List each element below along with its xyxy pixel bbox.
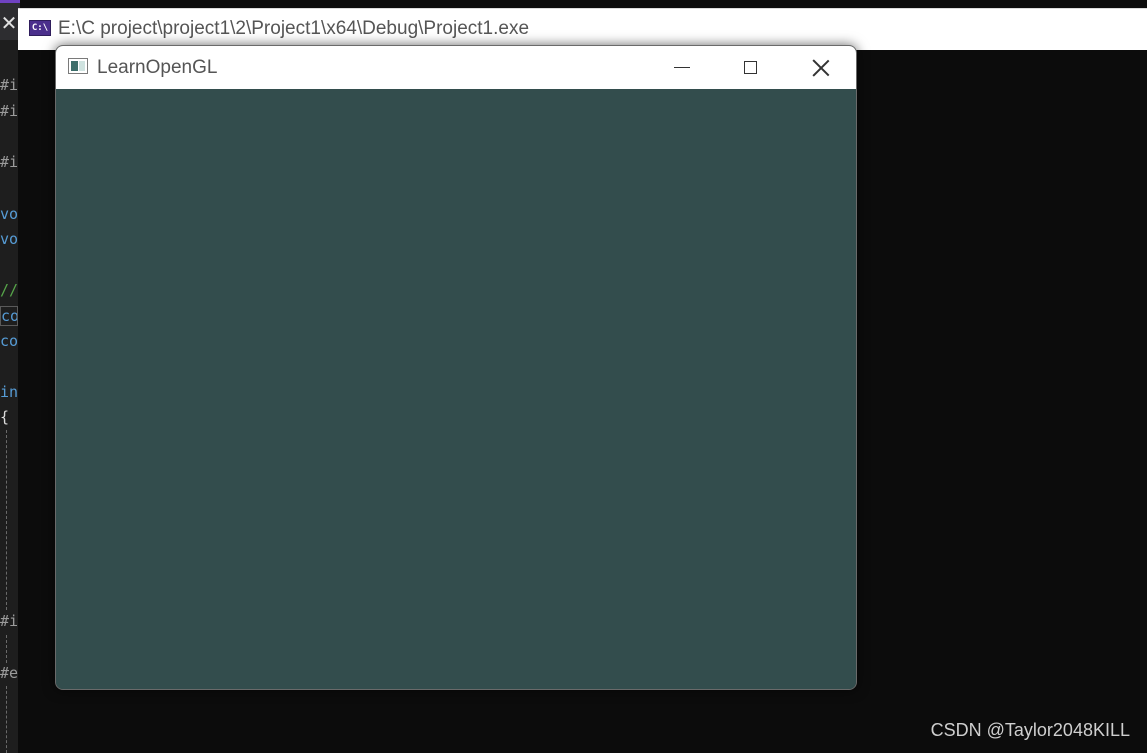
close-button[interactable] (788, 46, 854, 89)
maximize-button[interactable] (717, 46, 783, 89)
code-line: in (0, 383, 18, 401)
code-line: vo (0, 205, 18, 223)
ide-tab-strip: ✕ (0, 0, 20, 40)
code-line: #i (0, 76, 18, 94)
console-titlebar[interactable]: C:\ E:\C project\project1\2\Project1\x64… (18, 8, 1147, 50)
opengl-window-titlebar[interactable]: LearnOpenGL (56, 46, 856, 89)
close-icon (812, 59, 830, 77)
maximize-icon (743, 61, 757, 74)
code-line: { (0, 408, 10, 426)
code-line-selected: co (0, 306, 18, 326)
code-line: #i (0, 153, 18, 171)
close-icon[interactable]: ✕ (0, 11, 18, 35)
code-line: #i (0, 612, 18, 630)
code-line: co (0, 332, 18, 350)
code-line: #i (0, 102, 18, 120)
opengl-window: LearnOpenGL (55, 45, 857, 690)
code-line: #e (0, 664, 18, 682)
watermark: CSDN @Taylor2048KILL (930, 720, 1130, 740)
code-line: vo (0, 230, 18, 248)
opengl-render-viewport[interactable] (56, 89, 856, 689)
minimize-icon (674, 67, 690, 68)
indent-guide (6, 686, 7, 753)
indent-guide (6, 430, 7, 610)
code-line: // (0, 281, 18, 299)
indent-guide (6, 635, 7, 663)
console-title: E:\C project\project1\2\Project1\x64\Deb… (58, 18, 530, 39)
minimize-button[interactable] (649, 46, 715, 89)
window-title: LearnOpenGL (97, 57, 218, 78)
app-icon (68, 58, 88, 74)
console-icon: C:\ (29, 20, 51, 36)
